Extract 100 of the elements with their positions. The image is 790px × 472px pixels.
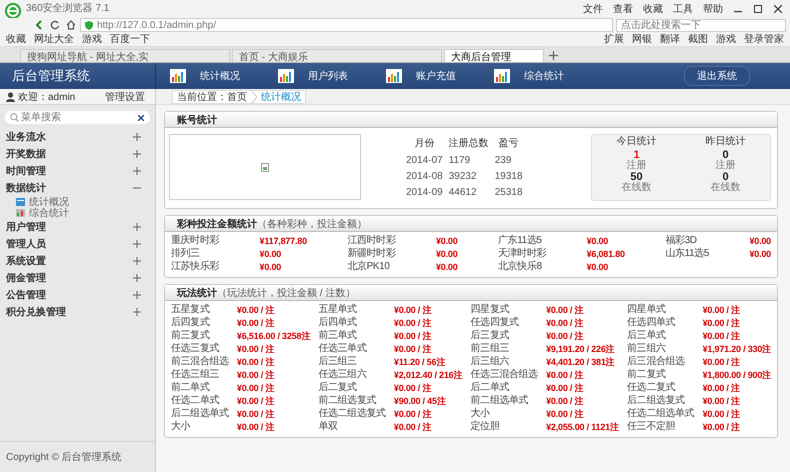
item-amount: ¥0.00 / 注 (702, 304, 741, 316)
settings-link[interactable]: 管理设置 (105, 90, 145, 104)
stat-value: 0 (722, 172, 729, 183)
toolbar-button[interactable]: 登录管家 (744, 32, 784, 46)
menu-item[interactable]: 查看 (610, 2, 636, 16)
panel-subtitle: （各种彩种，投注金额） (257, 218, 367, 230)
item-label: 前二单式 (171, 382, 210, 394)
menu-item[interactable]: 文件 (580, 2, 606, 16)
panel-subtitle: （玩法统计，投注金额 / 注数） (217, 286, 356, 300)
nav-link[interactable]: 账户充值 (386, 69, 456, 83)
maximize-icon (754, 5, 762, 13)
menu-item[interactable]: 用户管理 (0, 218, 155, 235)
item-amount: ¥0.00 / 注 (236, 369, 276, 381)
stat-value: 0 (722, 150, 729, 160)
menu-item[interactable]: 系统设置 (0, 252, 155, 269)
item-label: 重庆时时彩 (171, 235, 220, 247)
table-cell-text: 2014-09 (405, 186, 444, 200)
item-amount: ¥90.00 / 45注 (394, 395, 447, 407)
item-label: 后二组选单式 (171, 408, 229, 420)
copyright-text: Copyright © 后台管理系统 (0, 441, 155, 472)
refresh-button[interactable] (48, 18, 61, 32)
menu-item[interactable]: 佣金管理 (0, 269, 155, 286)
item-amount: ¥0.00 / 注 (702, 395, 741, 407)
item-label: 前三组六 (627, 343, 667, 355)
menu-item[interactable]: 业务流水 (0, 128, 155, 145)
item-label: 广东11选5 (498, 235, 543, 247)
toolbar-button[interactable]: 翻译 (660, 32, 680, 46)
menu-item[interactable]: 公告管理 (0, 286, 155, 303)
bookmark-link[interactable]: 游戏 (82, 32, 102, 46)
submenu-item[interactable]: 统计概况 (0, 196, 155, 207)
item-label: 前二复式 (627, 369, 666, 381)
plus-icon (133, 166, 141, 174)
menu-item[interactable]: 开奖数据 (0, 145, 155, 162)
menu-item[interactable]: 收藏 (640, 2, 666, 16)
table-cell-text: 25318 (494, 186, 524, 200)
bookmark-link[interactable]: 网址大全 (34, 32, 74, 46)
item-label: 任选四单式 (627, 317, 676, 329)
item-amount: ¥0.00 / 注 (702, 356, 741, 368)
stats-heading: 今日统计 (616, 137, 656, 148)
stat-label: 在线数 (622, 183, 652, 194)
item-amount: ¥0.00 / 注 (394, 421, 432, 433)
item-label: 任三不定胆 (627, 421, 676, 433)
plus-icon (133, 308, 141, 316)
broken-image-icon (261, 162, 269, 172)
toolbar-button[interactable]: 截图 (688, 32, 708, 46)
home-icon (66, 20, 76, 30)
bookmark-link[interactable]: 百度一下 (110, 32, 150, 46)
clear-icon[interactable] (138, 114, 144, 120)
item-label: 后三单式 (627, 330, 666, 342)
bookmark-link[interactable]: 收藏 (6, 32, 26, 46)
item-label: 后四单式 (318, 317, 358, 329)
toolbar-button[interactable]: 游戏 (716, 32, 736, 46)
item-amount: ¥2,012.40 / 216注 (394, 369, 462, 381)
new-tab-button[interactable] (546, 49, 560, 62)
menu-item[interactable]: 工具 (670, 2, 696, 16)
item-label: 任选三单式 (318, 343, 368, 355)
table-cell-text: 2014-08 (405, 170, 444, 184)
item-label: 后三组三 (318, 356, 358, 368)
submenu-item[interactable]: 综合统计 (0, 207, 155, 218)
item-label: 福彩3D (665, 235, 698, 247)
item-amount: ¥0.00 (749, 235, 771, 247)
item-label: 任选三混合组选 (470, 369, 538, 381)
breadcrumb-link[interactable]: 统计概况 (261, 90, 301, 104)
item-amount: ¥0.00 (749, 248, 771, 260)
plus-icon (133, 240, 141, 248)
nav-link[interactable]: 统计概况 (170, 69, 240, 83)
stat-label: 注册 (626, 161, 646, 172)
stat-label: 在线数 (710, 183, 740, 194)
item-amount: ¥0.00 (586, 235, 610, 247)
item-amount: ¥0.00 / 注 (546, 395, 584, 407)
menu-item[interactable]: 数据统计 (0, 179, 155, 196)
item-amount: ¥6,516.00 / 3258注 (236, 330, 310, 342)
item-amount: ¥0.00 / 注 (394, 304, 432, 316)
menu-item[interactable]: 积分兑换管理 (0, 303, 155, 320)
search-field[interactable]: 点击此处搜索一下 (616, 18, 786, 32)
item-label: 后二复式 (318, 382, 358, 394)
nav-link[interactable]: 综合统计 (494, 69, 564, 83)
item-amount: ¥1,800.00 / 900注 (702, 369, 771, 381)
menu-item[interactable]: 管理人员 (0, 235, 155, 252)
home-button[interactable] (64, 18, 77, 32)
nav-link[interactable]: 用户列表 (278, 69, 348, 83)
menu-search-field[interactable]: 菜单搜索 (5, 111, 150, 124)
toolbar-button[interactable]: 网银 (632, 32, 652, 46)
item-label: 前三混合组选 (171, 356, 229, 368)
browser-tab[interactable]: 首页 - 大商娱乐 (232, 49, 442, 62)
address-field[interactable]: http://127.0.0.1/admin.php/ (80, 18, 613, 32)
user-name: 欢迎：admin (18, 90, 76, 104)
item-amount: ¥6,081.80 (586, 248, 625, 260)
browser-tab[interactable]: 搜狗网址导航 - 网址大全,实 (20, 49, 230, 62)
item-label: 新疆时时彩 (347, 248, 396, 260)
browser-tab[interactable]: 大商后台管理 (444, 49, 544, 62)
table-cell-text: 39232 (448, 170, 478, 184)
item-label: 后二单式 (470, 382, 510, 394)
item-label: 任选三复式 (171, 343, 220, 355)
logout-button[interactable]: 退出系统 (684, 66, 750, 86)
menu-item[interactable]: 帮助 (700, 2, 726, 16)
toolbar-button[interactable]: 扩展 (604, 32, 624, 46)
menu-item[interactable]: 时间管理 (0, 162, 155, 179)
item-amount: ¥0.00 / 注 (394, 408, 432, 420)
table-cell-text: 19318 (494, 170, 524, 184)
